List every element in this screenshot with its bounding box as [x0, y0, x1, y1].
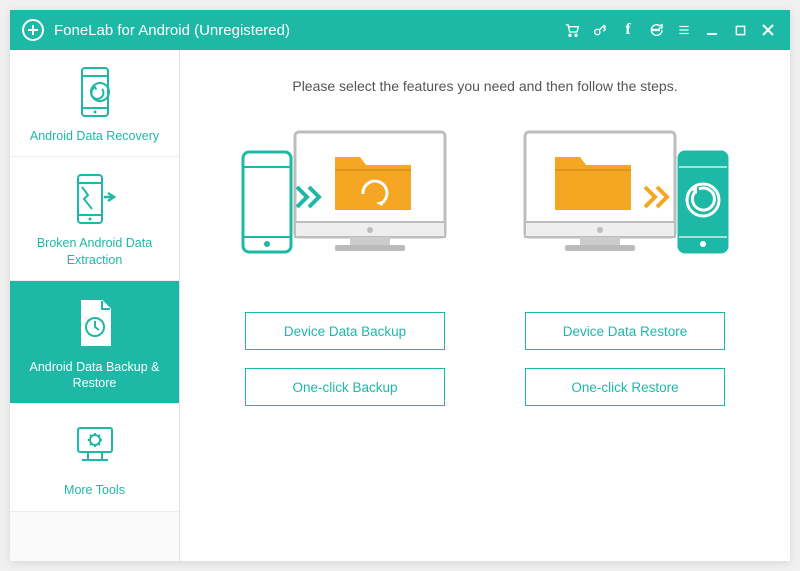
- one-click-restore-button[interactable]: One-click Restore: [525, 368, 725, 406]
- sidebar-item-label: More Tools: [16, 482, 173, 498]
- cart-icon[interactable]: [558, 10, 586, 50]
- sidebar-item-label: Android Data Recovery: [16, 128, 173, 144]
- device-data-restore-button[interactable]: Device Data Restore: [525, 312, 725, 350]
- sidebar-item-data-recovery[interactable]: Android Data Recovery: [10, 50, 179, 157]
- sidebar-item-backup-restore[interactable]: Android Data Backup & Restore: [10, 281, 179, 405]
- close-button[interactable]: [754, 10, 782, 50]
- app-title: FoneLab for Android (Unregistered): [54, 22, 290, 39]
- instruction-text: Please select the features you need and …: [292, 78, 677, 94]
- app-window: FoneLab for Android (Unregistered) f: [10, 10, 790, 561]
- app-logo-icon: [22, 19, 44, 41]
- minimize-button[interactable]: [698, 10, 726, 50]
- sidebar: Android Data Recovery Broken Android Dat…: [10, 50, 180, 561]
- backup-illustration: [235, 122, 455, 282]
- illustration-row: [235, 122, 735, 282]
- sidebar-item-label: Android Data Backup & Restore: [16, 359, 173, 392]
- body: Android Data Recovery Broken Android Dat…: [10, 50, 790, 561]
- maximize-button[interactable]: [726, 10, 754, 50]
- feature-button-grid: Device Data Backup Device Data Restore O…: [245, 312, 725, 406]
- facebook-icon[interactable]: f: [614, 10, 642, 50]
- titlebar: FoneLab for Android (Unregistered) f: [10, 10, 790, 50]
- backup-restore-icon: [72, 295, 118, 351]
- sidebar-item-broken-extraction[interactable]: Broken Android Data Extraction: [10, 157, 179, 281]
- broken-phone-icon: [72, 171, 118, 227]
- sidebar-item-label: Broken Android Data Extraction: [16, 235, 173, 268]
- one-click-backup-button[interactable]: One-click Backup: [245, 368, 445, 406]
- device-data-backup-button[interactable]: Device Data Backup: [245, 312, 445, 350]
- feedback-icon[interactable]: [642, 10, 670, 50]
- key-icon[interactable]: [586, 10, 614, 50]
- menu-icon[interactable]: [670, 10, 698, 50]
- sidebar-item-more-tools[interactable]: More Tools: [10, 404, 179, 511]
- phone-recovery-icon: [72, 64, 118, 120]
- main-panel: Please select the features you need and …: [180, 50, 790, 561]
- restore-illustration: [515, 122, 735, 282]
- more-tools-icon: [72, 418, 118, 474]
